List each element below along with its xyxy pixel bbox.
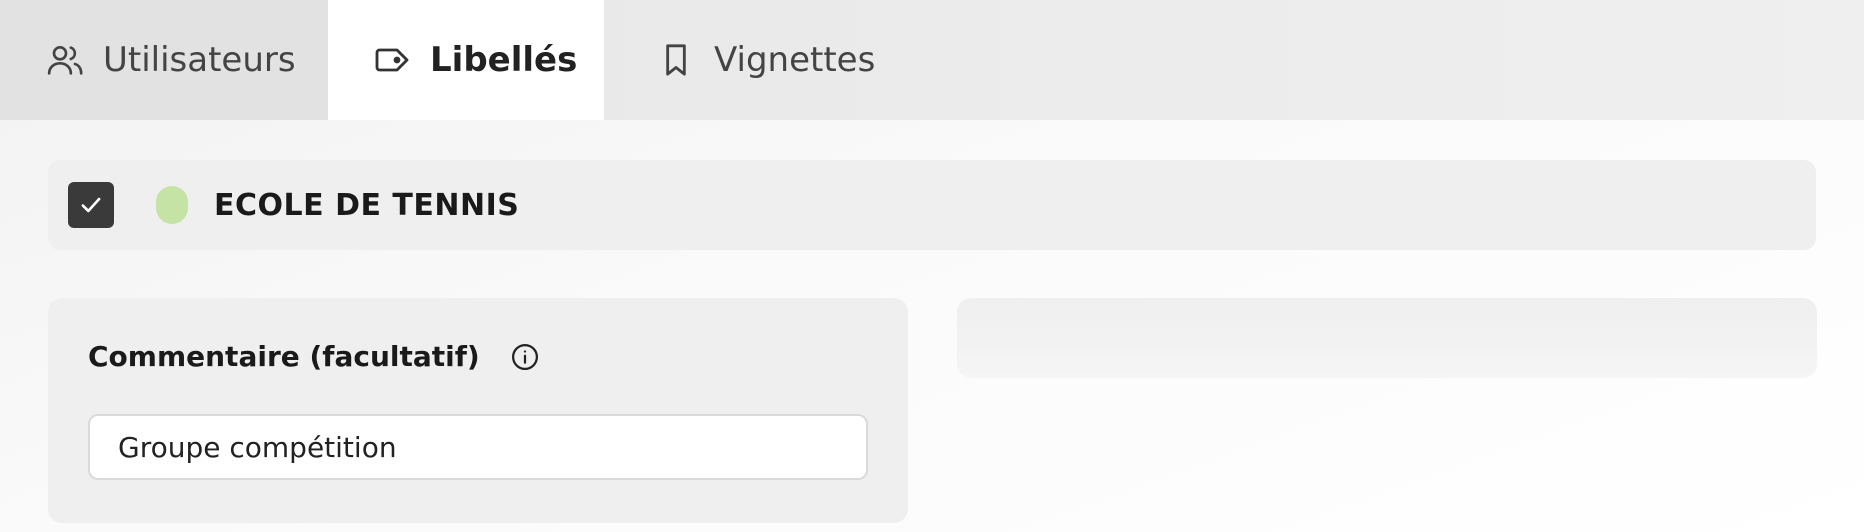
empty-panel xyxy=(957,298,1817,378)
comment-card: Commentaire (facultatif) xyxy=(48,298,908,523)
tab-label: Utilisateurs xyxy=(103,40,296,80)
comment-title: Commentaire (facultatif) xyxy=(88,340,480,373)
tab-bar: Utilisateurs Libellés Vignettes xyxy=(0,0,1864,120)
tag-name: ECOLE DE TENNIS xyxy=(214,187,520,223)
tab-vignettes[interactable]: Vignettes xyxy=(604,0,875,120)
tab-utilisateurs[interactable]: Utilisateurs xyxy=(0,0,328,120)
comment-header: Commentaire (facultatif) xyxy=(88,340,540,373)
tag-color-dot xyxy=(156,186,188,224)
comment-input[interactable] xyxy=(88,414,868,480)
tag-icon xyxy=(372,40,412,80)
info-icon[interactable] xyxy=(510,342,540,372)
bookmark-icon xyxy=(656,40,696,80)
tag-checkbox[interactable] xyxy=(68,182,114,228)
check-icon xyxy=(81,197,101,213)
tab-label: Libellés xyxy=(430,40,578,80)
tab-libelles[interactable]: Libellés xyxy=(328,0,604,120)
tag-row: ECOLE DE TENNIS xyxy=(48,160,1816,250)
tab-label: Vignettes xyxy=(714,40,876,80)
users-icon xyxy=(45,40,85,80)
